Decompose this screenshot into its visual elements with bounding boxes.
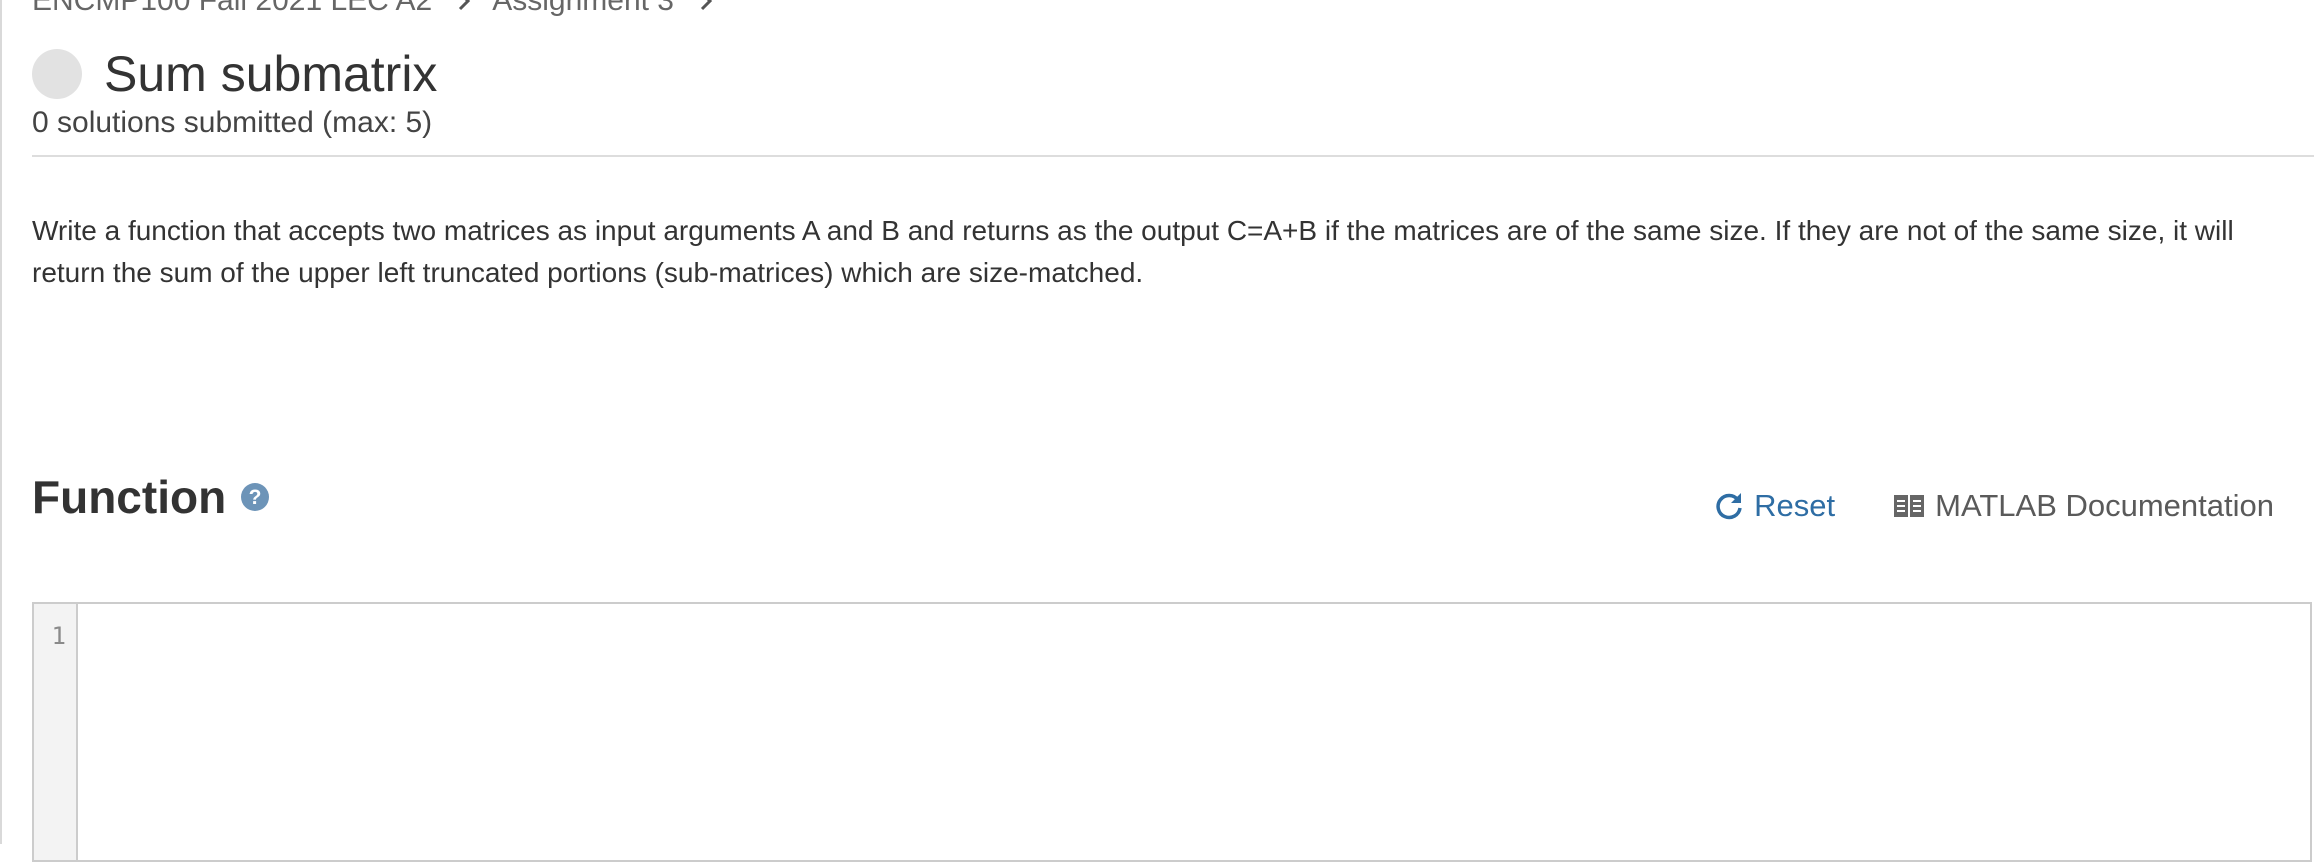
matlab-documentation-link[interactable]: MATLAB Documentation: [1893, 488, 2274, 524]
book-icon: [1894, 495, 1925, 517]
problem-title-row: Sum submatrix: [32, 46, 437, 102]
breadcrumb: ENCMP100 Fall 2021 LEC A2 Assignment 3: [32, 0, 734, 18]
breadcrumb-assignment-link[interactable]: Assignment 3: [492, 0, 674, 18]
line-number: 1: [51, 622, 66, 650]
documentation-label: MATLAB Documentation: [1935, 488, 2274, 523]
reset-label: Reset: [1754, 488, 1836, 523]
breadcrumb-course-link[interactable]: ENCMP100 Fall 2021 LEC A2: [32, 0, 432, 18]
solution-status-icon: [32, 49, 82, 99]
problem-description: Write a function that accepts two matric…: [32, 215, 2234, 288]
page-title: Sum submatrix: [104, 46, 438, 102]
code-input-area[interactable]: [78, 604, 2310, 860]
function-section-header: Function ?: [32, 470, 270, 524]
reset-button[interactable]: Reset: [1714, 488, 1835, 524]
chevron-right-icon: [459, 0, 471, 11]
solutions-submitted-count: 0 solutions submitted (max: 5): [32, 106, 433, 139]
function-toolbar: Reset MATLAB Documentation: [1714, 488, 2274, 524]
divider: [32, 155, 2314, 157]
refresh-icon: [1716, 493, 1742, 520]
code-editor[interactable]: 1: [32, 602, 2312, 862]
editor-line-numbers: 1: [34, 604, 78, 860]
question-circle-icon[interactable]: ?: [240, 482, 270, 512]
svg-text:?: ?: [249, 486, 262, 509]
chevron-right-icon: [700, 0, 713, 11]
page-left-border: [0, 0, 2, 844]
function-section-title: Function: [32, 471, 227, 523]
